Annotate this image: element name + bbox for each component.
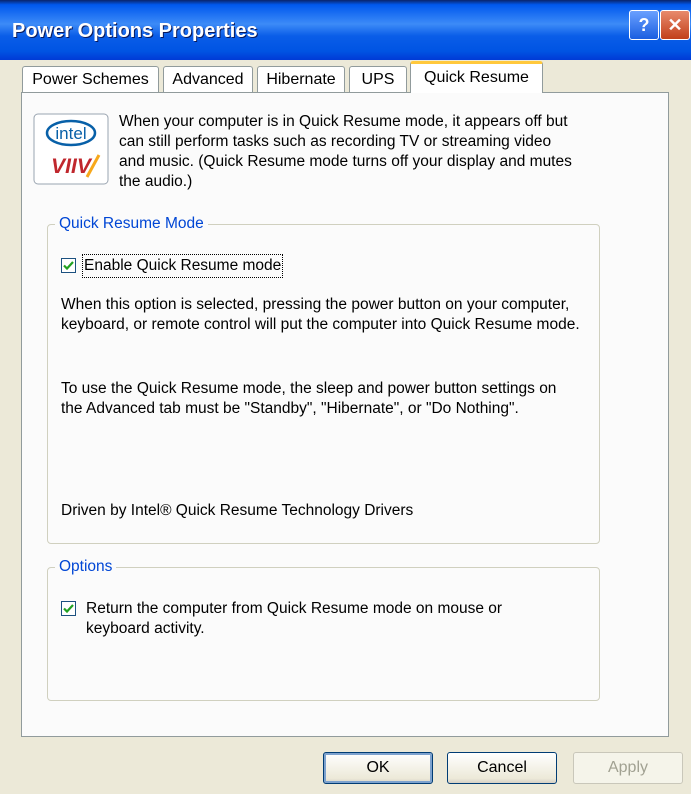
quick-resume-group-legend: Quick Resume Mode	[55, 215, 208, 233]
cancel-button[interactable]: Cancel	[447, 752, 557, 784]
enable-quick-resume-checkbox[interactable]	[61, 258, 76, 273]
enable-quick-resume-label[interactable]: Enable Quick Resume mode	[81, 254, 284, 278]
ok-button[interactable]: OK	[323, 752, 433, 784]
tab-advanced[interactable]: Advanced	[163, 66, 253, 92]
driver-info-text: Driven by Intel® Quick Resume Technology…	[61, 502, 414, 519]
svg-text:intel: intel	[55, 124, 86, 143]
return-from-quick-resume-label[interactable]: Return the computer from Quick Resume mo…	[86, 599, 556, 639]
checkmark-icon	[63, 604, 74, 614]
power-options-window: Power Options Properties ? ✕ Power Schem…	[0, 0, 691, 794]
options-group-legend: Options	[55, 558, 117, 576]
intro-description: When your computer is in Quick Resume mo…	[119, 113, 572, 190]
tab-hibernate[interactable]: Hibernate	[257, 66, 345, 92]
close-button[interactable]: ✕	[660, 10, 690, 40]
intel-viiv-logo: intel VIIV	[33, 113, 109, 185]
svg-text:VIIV: VIIV	[51, 155, 93, 178]
tab-quick-resume[interactable]: Quick Resume	[410, 61, 543, 93]
close-icon: ✕	[667, 15, 683, 35]
return-from-quick-resume-checkbox[interactable]	[61, 601, 76, 616]
tab-ups[interactable]: UPS	[349, 66, 407, 92]
quick-resume-description: When this option is selected, pressing t…	[61, 296, 580, 333]
checkmark-icon	[63, 261, 74, 271]
title-bar[interactable]: Power Options Properties ? ✕	[0, 0, 691, 60]
quick-resume-usage-note: To use the Quick Resume mode, the sleep …	[61, 380, 557, 417]
window-title: Power Options Properties	[12, 20, 258, 42]
help-icon: ?	[638, 15, 650, 35]
tab-power-schemes[interactable]: Power Schemes	[22, 66, 159, 92]
help-button[interactable]: ?	[629, 10, 659, 40]
apply-button[interactable]: Apply	[573, 752, 683, 784]
